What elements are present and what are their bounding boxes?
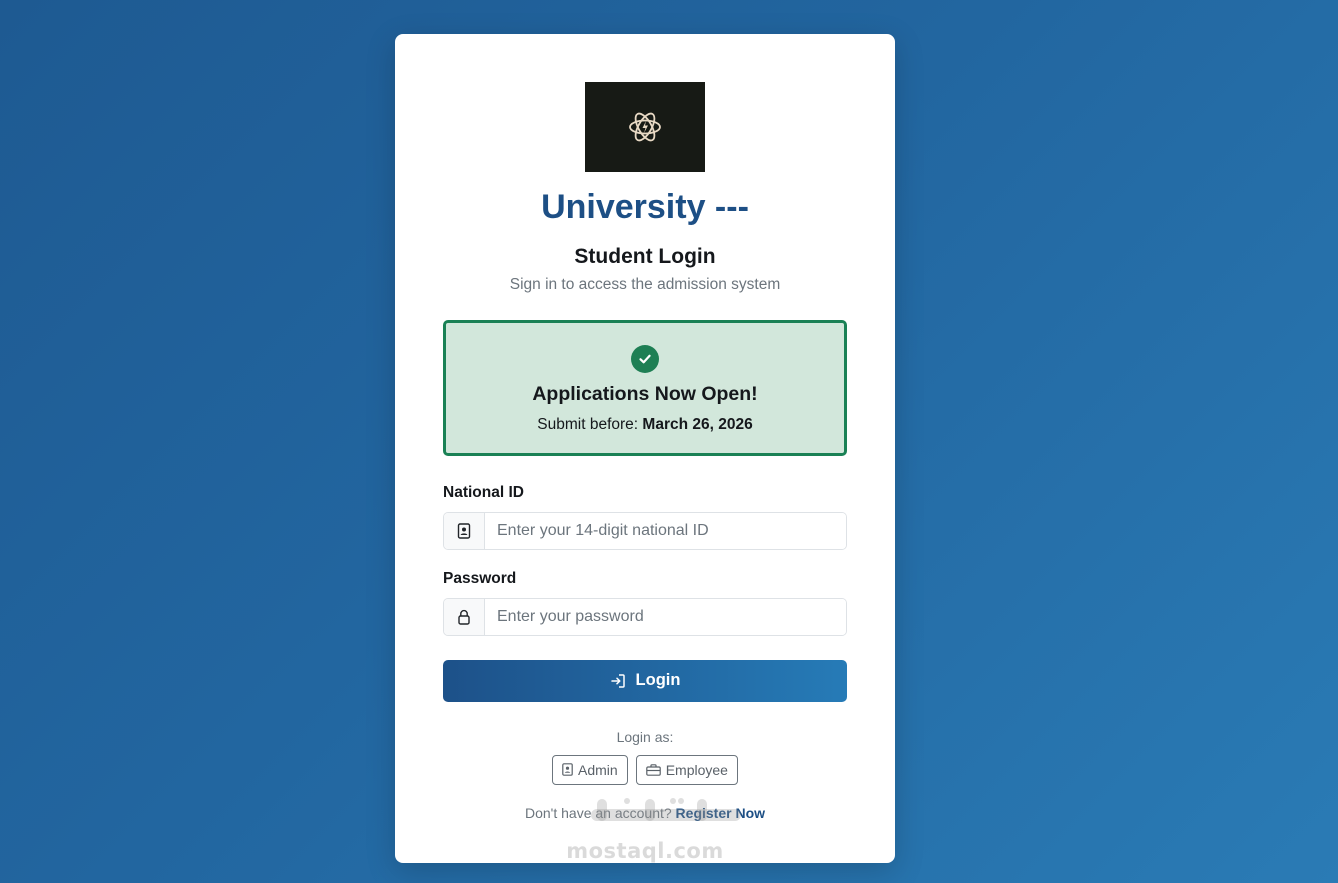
national-id-label: National ID [443,483,524,501]
register-link[interactable]: Register Now [676,805,765,821]
notice-deadline-prefix: Submit before: [537,415,639,433]
password-label: Password [443,569,517,587]
atom-icon [629,112,661,142]
university-title: University --- [541,188,749,226]
login-card: University --- Student Login Sign in to … [395,34,895,863]
briefcase-icon [645,763,661,776]
password-input[interactable] [485,598,846,635]
admin-login-label: Admin [578,761,618,778]
employee-login-button[interactable]: Employee [635,754,738,785]
notice-deadline-date: March 26, 2026 [642,415,753,433]
admin-login-button[interactable]: Admin [552,754,628,785]
employee-login-label: Employee [665,761,728,778]
sign-in-icon [610,673,625,688]
register-prompt-text: Don't have an account? [524,804,672,821]
lock-icon [444,598,485,635]
national-id-input[interactable] [485,512,846,549]
password-group [443,597,847,636]
national-id-group [443,511,847,550]
login-as-label: Login as: [616,728,674,745]
login-button[interactable]: Login [443,659,847,702]
role-buttons: Admin Employee [443,754,847,785]
id-card-icon [444,512,485,549]
notice-deadline-line: Submit before: March 26, 2026 [446,416,844,434]
login-button-label: Login [635,671,681,690]
watermark-text: mostaql.com [566,839,724,863]
check-circle-icon [631,344,659,373]
admin-badge-icon [562,763,573,776]
university-logo [585,82,705,172]
register-prompt: Don't have an account? Register Now [443,805,847,821]
page-title: Student Login [574,245,716,268]
applications-open-notice: Applications Now Open! Submit before: Ma… [443,319,847,456]
notice-title: Applications Now Open! [532,382,758,405]
page-description: Sign in to access the admission system [509,276,781,293]
